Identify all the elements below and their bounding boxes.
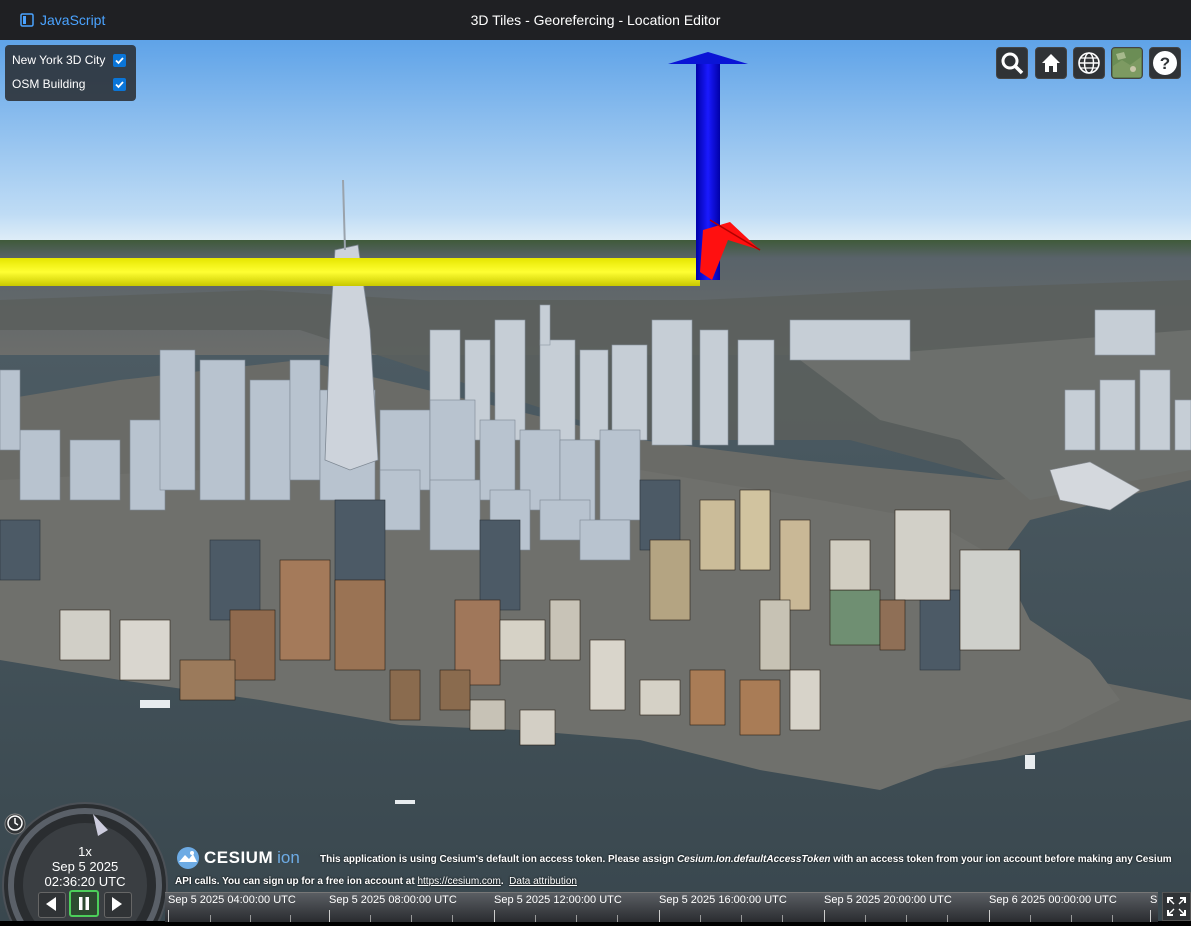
pause-button[interactable] bbox=[69, 890, 99, 917]
timeline-tick-label: Sep 5 2025 20:00:00 UTC bbox=[824, 894, 952, 906]
timeline-tick-label: Sep 5 2025 04:00:00 UTC bbox=[168, 894, 296, 906]
cesium-signup-link[interactable]: https://cesium.com bbox=[417, 876, 500, 887]
city-scene[interactable] bbox=[0, 40, 1191, 921]
timeline[interactable]: Sep 5 2025 04:00:00 UTC Sep 5 2025 08:00… bbox=[165, 892, 1158, 922]
play-reverse-button[interactable] bbox=[38, 892, 66, 918]
fullscreen-button[interactable] bbox=[1162, 892, 1191, 921]
signup-notice-text: API calls. You can sign up for a free io… bbox=[175, 876, 418, 887]
layer-toggle-panel: New York 3D City OSM Building bbox=[5, 45, 136, 101]
top-bar: JavaScript 3D Tiles - Georefercing - Loc… bbox=[0, 0, 1191, 40]
animation-widget: 1x Sep 5 2025 02:36:20 UTC bbox=[0, 800, 170, 926]
base-layer-picker-button[interactable] bbox=[1111, 47, 1143, 79]
timeline-tick bbox=[659, 910, 660, 922]
check-icon bbox=[115, 57, 124, 65]
timeline-tick-label: Sep 5 2025 16:00:00 UTC bbox=[659, 894, 787, 906]
cesium-logo-suffix: ion bbox=[277, 848, 300, 867]
svg-text:?: ? bbox=[1160, 54, 1170, 73]
search-button[interactable] bbox=[996, 47, 1028, 79]
timeline-tick-label: Sep 6 2025 00:00:00 UTC bbox=[989, 894, 1117, 906]
timeline-tick bbox=[989, 910, 990, 922]
globe-icon bbox=[1078, 52, 1100, 74]
animation-date: Sep 5 2025 bbox=[51, 859, 119, 874]
play-reverse-icon bbox=[46, 897, 56, 911]
home-icon bbox=[1042, 54, 1060, 72]
timeline-tick bbox=[1150, 910, 1151, 922]
clock-icon[interactable] bbox=[6, 814, 24, 832]
scene-mode-button[interactable] bbox=[1073, 47, 1105, 79]
timeline-tick bbox=[168, 910, 169, 922]
home-button[interactable] bbox=[1035, 47, 1067, 79]
imagery-layer-icon bbox=[1113, 49, 1141, 77]
pause-icon bbox=[79, 897, 89, 910]
osm-building-checkbox[interactable] bbox=[113, 78, 126, 91]
token-notice-text-end: with an access token from your ion accou… bbox=[830, 854, 1172, 865]
token-notice-code: Cesium.Ion.defaultAccessToken bbox=[676, 854, 831, 865]
timeline-tick-label: Sep 5 2025 08:00:00 UTC bbox=[329, 894, 457, 906]
token-notice-text: This application is using Cesium's defau… bbox=[320, 854, 677, 865]
cesium-logo-text: CESIUM bbox=[204, 848, 274, 867]
check-icon bbox=[115, 81, 124, 89]
layer-toggle-new-york-3d-city[interactable]: New York 3D City bbox=[12, 53, 105, 67]
help-icon: ? bbox=[1153, 51, 1177, 75]
cesium-ion-logo[interactable]: CESIUM ion bbox=[176, 846, 300, 870]
timeline-tick bbox=[494, 910, 495, 922]
layer-toggle-osm-building[interactable]: OSM Building bbox=[12, 77, 85, 91]
signup-notice-period: . bbox=[500, 876, 504, 887]
cesium-logo-icon bbox=[177, 847, 199, 869]
animation-speed: 1x bbox=[78, 844, 92, 859]
layer-label: New York 3D City bbox=[12, 53, 106, 67]
fullscreen-icon bbox=[1167, 897, 1186, 916]
animation-time: 02:36:20 UTC bbox=[44, 874, 126, 889]
timeline-tick-label: S bbox=[1150, 894, 1158, 906]
search-icon bbox=[1001, 52, 1024, 75]
layer-label: OSM Building bbox=[12, 77, 86, 91]
timeline-tick bbox=[824, 910, 825, 922]
page-title: 3D Tiles - Georefercing - Location Edito… bbox=[470, 12, 721, 28]
default-token-notice: This application is using Cesium's defau… bbox=[320, 854, 1172, 865]
cesium-3d-viewer[interactable]: New York 3D City OSM Building ? bbox=[0, 40, 1191, 921]
timeline-tick bbox=[329, 910, 330, 922]
new-york-3d-city-checkbox[interactable] bbox=[113, 54, 126, 67]
play-forward-icon bbox=[112, 897, 122, 911]
help-button[interactable]: ? bbox=[1149, 47, 1181, 79]
signup-notice: API calls. You can sign up for a free io… bbox=[175, 876, 577, 887]
play-forward-button[interactable] bbox=[104, 892, 132, 918]
data-attribution-link[interactable]: Data attribution bbox=[509, 876, 577, 887]
timeline-tick-label: Sep 5 2025 12:00:00 UTC bbox=[494, 894, 622, 906]
